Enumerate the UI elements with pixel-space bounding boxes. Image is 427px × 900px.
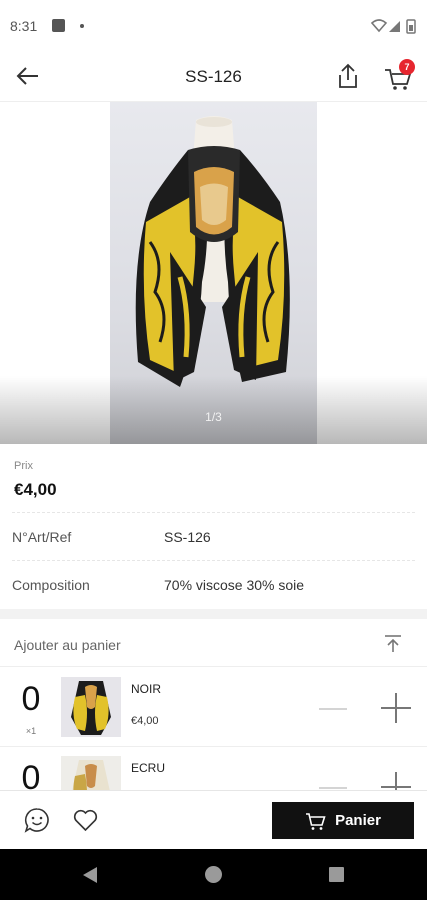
decrease-quantity-button[interactable] [316,771,350,790]
share-icon[interactable] [335,62,361,90]
variant-row-noir: 0 ×1 NOIR €4,00 [0,668,427,747]
scroll-top-icon[interactable] [382,633,404,655]
price-label: Prix [14,460,33,472]
increase-quantity-button[interactable] [378,690,414,726]
cart-icon [306,812,326,830]
price-value: €4,00 [14,480,57,499]
variant-price: €4,00 [131,715,159,727]
variant-row-ecru: 0 ECRU [0,747,427,790]
page-title: SS-126 [185,67,242,86]
spec-row-reference: N°Art/Ref SS-126 [12,512,415,560]
notification-icon [52,19,65,32]
increase-quantity-button[interactable] [378,769,414,790]
spec-label: N°Art/Ref [12,529,72,545]
status-time: 8:31 [10,18,38,34]
decrease-quantity-button[interactable] [316,692,350,726]
app-bar: SS-126 [0,50,427,102]
spec-row-composition: Composition 70% viscose 30% soie [12,560,415,608]
variant-name: ECRU [131,761,166,775]
notification-dot-icon [80,24,84,28]
cart-count-badge: 7 [399,59,415,75]
system-navigation-bar [0,849,427,900]
chat-icon[interactable] [24,807,50,833]
variant-min-quantity: ×1 [25,726,37,736]
product-gallery[interactable]: 1/3 [0,102,427,444]
nav-back-icon[interactable] [82,866,98,884]
nav-recents-icon[interactable] [329,867,344,882]
heart-icon[interactable] [73,808,98,832]
variant-thumbnail[interactable] [61,756,121,790]
spec-value: 70% viscose 30% soie [164,577,305,593]
signal-battery-icons [371,19,416,34]
gallery-page-indicator: 1/3 [205,410,222,424]
bottom-action-bar: Panier [0,790,427,849]
nav-home-icon[interactable] [205,866,222,883]
spec-value: SS-126 [164,529,211,545]
add-to-cart-header: Ajouter au panier [0,619,427,667]
variant-quantity: 0 [21,680,41,718]
spec-label: Composition [12,577,90,593]
status-bar: 8:31 [0,0,427,50]
add-to-cart-title: Ajouter au panier [14,637,121,653]
variant-thumbnail[interactable] [61,677,121,737]
variant-name: NOIR [131,682,161,696]
price-section: Prix €4,00 [0,444,427,512]
add-to-cart-label: Panier [335,812,381,829]
variant-quantity: 0 [21,759,41,790]
add-to-cart-button[interactable]: Panier [272,802,414,839]
section-divider [0,609,427,619]
